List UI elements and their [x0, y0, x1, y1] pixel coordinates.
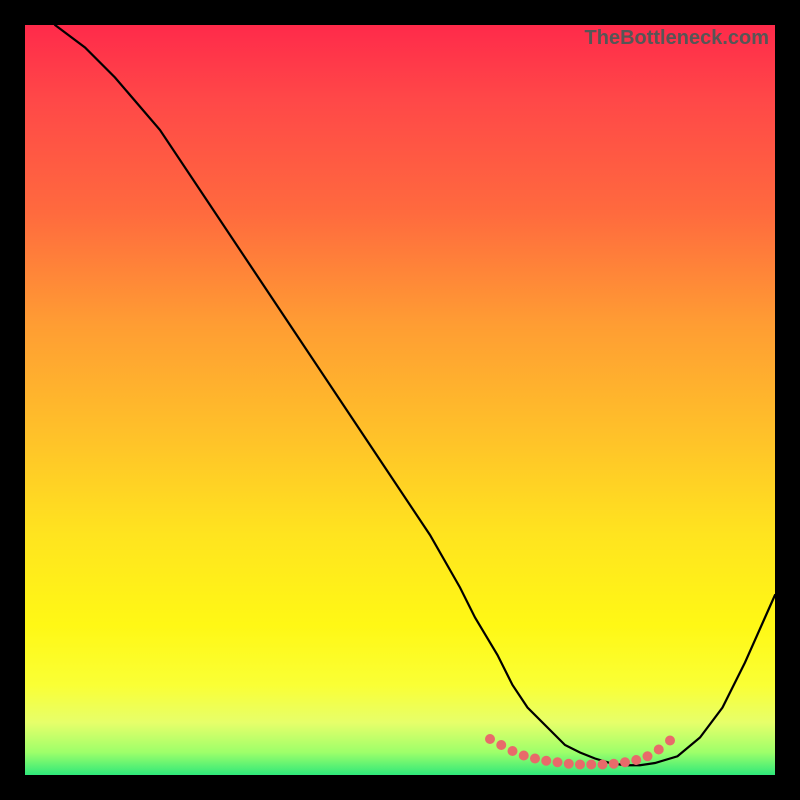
highlight-dot	[598, 760, 608, 770]
highlight-dot	[485, 734, 495, 744]
highlight-dot	[609, 759, 619, 769]
highlight-dot	[654, 745, 664, 755]
highlight-dot	[530, 754, 540, 764]
highlight-dot	[519, 751, 529, 761]
highlight-dot	[553, 757, 563, 767]
plot-area: TheBottleneck.com	[25, 25, 775, 775]
highlight-dot	[665, 736, 675, 746]
highlight-dot	[508, 746, 518, 756]
watermark-text: TheBottleneck.com	[585, 27, 769, 50]
chart-frame: TheBottleneck.com	[0, 0, 800, 800]
highlight-dot	[643, 751, 653, 761]
highlight-dot	[496, 740, 506, 750]
highlight-dot	[575, 760, 585, 770]
curve-layer	[25, 25, 775, 775]
highlight-dot	[631, 755, 641, 765]
highlight-dot	[620, 757, 630, 767]
bottleneck-curve	[55, 25, 775, 765]
highlight-dot	[564, 759, 574, 769]
highlight-dot	[541, 756, 551, 766]
highlight-dot	[586, 760, 596, 770]
